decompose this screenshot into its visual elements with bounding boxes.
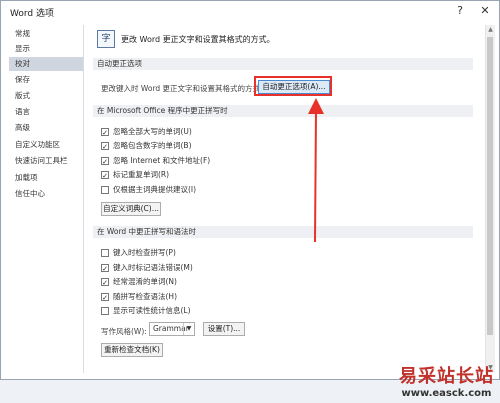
checkbox-label: 忽略全部大写的单词(U) <box>113 127 192 136</box>
sidebar-item-customize-ribbon[interactable]: 自定义功能区 <box>9 138 83 152</box>
checkbox-label: 键入时标记语法错误(M) <box>113 263 193 272</box>
checkbox-row[interactable]: 显示可读性统计信息(L) <box>101 305 191 317</box>
checkbox[interactable]: ✓ <box>101 278 109 287</box>
checkbox-row[interactable]: ✓ 忽略包含数字的单词(B) <box>101 140 192 152</box>
checkbox-row[interactable]: ✓ 随拼写检查语法(H) <box>101 291 177 303</box>
checkbox-row[interactable]: 键入时检查拼写(P) <box>101 247 176 259</box>
scroll-up-icon[interactable]: ▲ <box>486 25 495 35</box>
sidebar-item-proofing[interactable]: 校对 <box>9 57 83 71</box>
writing-style-label: 写作风格(W): <box>101 327 147 336</box>
checkbox-row[interactable]: ✓ 键入时标记语法错误(M) <box>101 262 193 274</box>
section-office-spelling: 在 Microsoft Office 程序中更正拼写时 <box>93 105 473 117</box>
checkbox-label: 仅根据主词典提供建议(I) <box>113 185 197 194</box>
watermark: 易采站长站 www.easck.com <box>399 362 494 399</box>
sidebar-item-trust-center[interactable]: 信任中心 <box>9 187 83 201</box>
checkbox-label: 忽略 Internet 和文件地址(F) <box>113 156 211 165</box>
checkbox-row[interactable]: ✓ 忽略全部大写的单词(U) <box>101 126 192 138</box>
checkbox-row[interactable]: 仅根据主词典提供建议(I) <box>101 184 196 196</box>
autocorrect-description: 更改键入时 Word 更正文字和设置其格式的方式： <box>101 84 268 93</box>
checkbox-row[interactable]: ✓ 忽略 Internet 和文件地址(F) <box>101 155 210 167</box>
watermark-url: www.easck.com <box>401 388 492 399</box>
sidebar-item-advanced[interactable]: 高级 <box>9 121 83 135</box>
close-button[interactable]: ✕ <box>476 3 494 19</box>
checkbox[interactable] <box>101 249 109 257</box>
sidebar-item-display[interactable]: 显示 <box>9 42 83 56</box>
sidebar: 常规 显示 校对 保存 版式 语言 高级 自定义功能区 快速访问工具栏 加载项 … <box>9 25 84 373</box>
recheck-document-button[interactable]: 重新检查文档(K) <box>101 343 163 357</box>
word-options-window: Word 选项 ? ✕ 常规 显示 校对 保存 版式 语言 高级 自定义功能区 … <box>0 0 500 380</box>
section-word-spelling: 在 Word 中更正拼写和语法时 <box>93 226 473 238</box>
checkbox-row[interactable]: ✓ 经常混淆的单词(N) <box>101 276 177 288</box>
proofing-icon: 字 <box>97 30 115 48</box>
checkbox-label: 标记重复单词(R) <box>113 170 170 179</box>
title-bar: Word 选项 ? ✕ <box>1 1 499 21</box>
checkbox[interactable]: ✓ <box>101 128 109 137</box>
section-autocorrect: 自动更正选项 <box>93 58 473 70</box>
scrollbar[interactable]: ▲ ▼ <box>485 25 495 373</box>
writing-style-select[interactable]: Grammar ▼ <box>149 322 195 336</box>
panel-header-text: 更改 Word 更正文字和设置其格式的方式。 <box>121 35 275 44</box>
annotation-arrow-icon <box>308 98 324 243</box>
checkbox[interactable] <box>101 186 109 194</box>
checkbox[interactable]: ✓ <box>101 142 109 151</box>
scrollbar-thumb[interactable] <box>487 37 493 335</box>
sidebar-item-save[interactable]: 保存 <box>9 73 83 87</box>
checkbox-label: 忽略包含数字的单词(B) <box>113 141 192 150</box>
sidebar-item-language[interactable]: 语言 <box>9 105 83 119</box>
checkbox[interactable] <box>101 307 109 315</box>
annotation-highlight-box <box>254 76 332 96</box>
checkbox[interactable]: ✓ <box>101 293 109 302</box>
sidebar-item-general[interactable]: 常规 <box>9 27 83 41</box>
chevron-down-icon: ▼ <box>183 323 194 335</box>
sidebar-item-layout[interactable]: 版式 <box>9 89 83 103</box>
checkbox[interactable]: ✓ <box>101 171 109 180</box>
sidebar-item-addins[interactable]: 加载项 <box>9 171 83 185</box>
watermark-logo-text: 易采站长站 <box>399 366 494 387</box>
custom-dictionaries-button[interactable]: 自定义词典(C)... <box>101 202 161 216</box>
checkbox-label: 键入时检查拼写(P) <box>113 248 176 257</box>
checkbox-label: 显示可读性统计信息(L) <box>113 306 191 315</box>
checkbox[interactable]: ✓ <box>101 264 109 273</box>
checkbox-label: 随拼写检查语法(H) <box>113 292 177 301</box>
checkbox[interactable]: ✓ <box>101 157 109 166</box>
checkbox-label: 经常混淆的单词(N) <box>113 277 177 286</box>
checkbox-row[interactable]: ✓ 标记重复单词(R) <box>101 169 169 181</box>
help-button[interactable]: ? <box>451 3 469 19</box>
sidebar-item-quick-access-toolbar[interactable]: 快速访问工具栏 <box>9 154 83 168</box>
settings-button[interactable]: 设置(T)... <box>203 322 245 336</box>
window-title: Word 选项 <box>10 9 54 19</box>
